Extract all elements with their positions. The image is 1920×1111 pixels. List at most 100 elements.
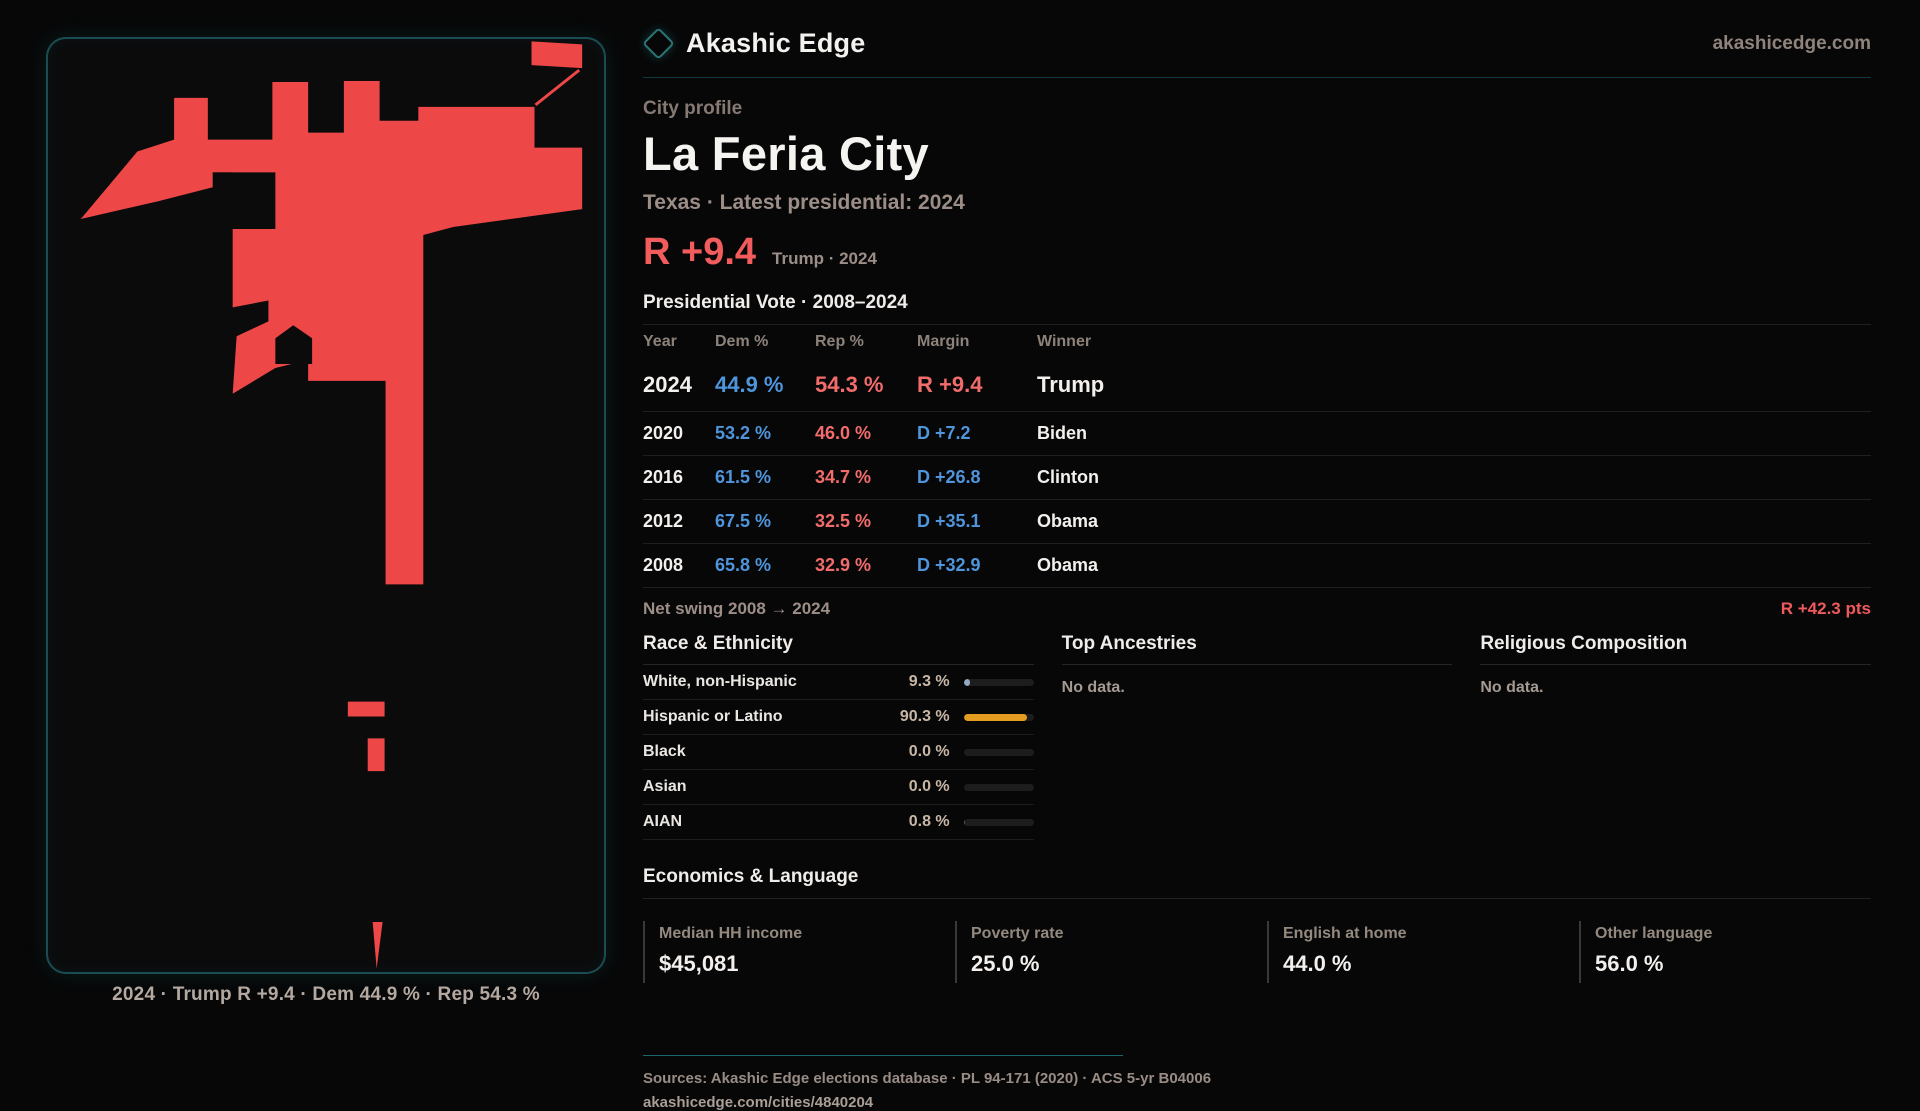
demographic-sections: Race & Ethnicity White, non-Hispanic 9.3… [643,633,1871,840]
vote-table-row: 2020 53.2 % 46.0 % D +7.2 Biden [643,412,1871,456]
cell-rep: 32.5 % [815,511,872,531]
stat-card-label: English at home [1283,925,1407,942]
ancestries-section-title: Top Ancestries [1061,633,1453,665]
vote-table: Year Dem % Rep % Margin Winner 2024 44.9… [643,324,1871,588]
race-bar-fill [963,678,971,686]
stat-card-label: Other language [1595,925,1713,942]
race-row: Asian 0.0 % [643,770,1034,805]
col-margin: Margin [917,333,970,350]
vote-table-row: 2008 65.8 % 32.9 % D +32.9 Obama [643,544,1871,588]
stat-card: Median HH income $45,081 [643,921,935,983]
cell-year: 2016 [643,467,684,487]
map-caption: 2024 · Trump R +9.4 · Dem 44.9 % · Rep 5… [112,984,540,1005]
cell-winner: Biden [1037,423,1088,443]
cell-winner: Clinton [1037,467,1099,487]
col-dem: Dem % [715,333,769,350]
brand-diamond-icon [642,27,675,60]
cell-margin: D +26.8 [917,467,981,487]
race-label: AIAN [643,813,683,830]
cell-year: 2020 [643,423,684,443]
cell-dem: 53.2 % [715,423,772,443]
vote-table-row: 2016 61.5 % 34.7 % D +26.8 Clinton [643,456,1871,500]
cell-margin: D +7.2 [917,423,971,443]
brand-site-link[interactable]: akashicedge.com [1713,33,1871,55]
religion-section: Religious Composition No data. [1480,633,1871,840]
lead-margin-value: R +9.4 [643,231,757,273]
race-section-title: Race & Ethnicity [643,633,1034,665]
vote-table-header: Year Dem % Rep % Margin Winner [643,325,1871,359]
cell-dem: 67.5 % [715,511,772,531]
city-boundary-map [80,41,583,969]
race-value: 9.3 % [908,673,950,690]
cell-dem: 61.5 % [715,467,772,487]
cell-margin: R +9.4 [917,372,983,397]
page-subtitle: Texas · Latest presidential: 2024 [643,191,965,214]
cell-rep: 32.9 % [815,555,872,575]
race-bar-track [963,783,1034,791]
net-swing-row: Net swing 2008 → 2024 R +42.3 pts [643,588,1871,619]
vote-table-row: 2012 67.5 % 32.5 % D +35.1 Obama [643,500,1871,544]
stat-card-label: Median HH income [659,925,803,942]
race-value: 0.0 % [908,778,950,795]
economics-section-title: Economics & Language [643,866,1871,899]
app-header: Akashic Edge akashicedge.com [642,27,1871,78]
stat-card-value: $45,081 [659,951,739,976]
page-footer: Sources: Akashic Edge elections database… [643,1055,1871,1111]
cell-winner: Trump [1037,372,1105,397]
race-value: 0.8 % [908,813,950,830]
col-rep: Rep % [815,333,864,350]
race-label: Black [643,743,686,760]
race-bar-fill [963,818,965,826]
vote-table-row: 2024 44.9 % 54.3 % R +9.4 Trump [643,359,1871,412]
race-bar-fill [963,713,1027,721]
race-section: Race & Ethnicity White, non-Hispanic 9.3… [643,633,1034,840]
cell-year: 2008 [643,555,684,575]
cell-rep: 54.3 % [815,372,884,397]
stat-card-value: 56.0 % [1595,951,1664,976]
cell-dem: 44.9 % [715,372,784,397]
cell-margin: D +35.1 [917,511,981,531]
lead-margin-detail: Trump · 2024 [772,249,877,268]
economics-cards: Median HH income $45,081 Poverty rate 25… [643,921,1871,983]
race-value: 0.0 % [908,743,950,760]
cell-rep: 34.7 % [815,467,872,487]
profile-content: Akashic Edge akashicedge.com City profil… [642,27,1871,1111]
cell-margin: D +32.9 [917,555,981,575]
ancestries-section: Top Ancestries No data. [1061,633,1453,840]
page-title: La Feria City [643,127,929,180]
stat-card: Poverty rate 25.0 % [955,921,1247,983]
race-bar-track [963,748,1034,756]
permalink[interactable]: akashicedge.com/cities/4840204 [643,1094,1871,1111]
race-row: White, non-Hispanic 9.3 % [643,665,1034,700]
footer-divider [643,1055,1123,1056]
race-label: Hispanic or Latino [643,708,783,725]
cell-rep: 46.0 % [815,423,872,443]
race-value: 90.3 % [899,708,950,725]
cell-winner: Obama [1037,555,1099,575]
cell-dem: 65.8 % [715,555,772,575]
col-winner: Winner [1037,333,1092,350]
ancestries-empty: No data. [1061,679,1125,696]
religion-empty: No data. [1480,679,1544,696]
race-bar-track [963,818,1034,826]
race-rows: White, non-Hispanic 9.3 % Hispanic or La… [643,665,1034,840]
race-row: Black 0.0 % [643,735,1034,770]
race-label: Asian [643,778,687,795]
net-swing-value: R +42.3 pts [1780,599,1871,618]
sources-text: Sources: Akashic Edge elections database… [643,1070,1212,1087]
stat-card-value: 25.0 % [971,951,1040,976]
page-kicker: City profile [643,98,743,119]
race-bar-track [963,713,1034,721]
stat-card-value: 44.0 % [1283,951,1352,976]
stat-card: English at home 44.0 % [1267,921,1559,983]
brand-title: Akashic Edge [686,28,866,58]
race-row: Hispanic or Latino 90.3 % [643,700,1034,735]
cell-winner: Obama [1037,511,1099,531]
race-row: AIAN 0.8 % [643,805,1034,840]
stat-card-label: Poverty rate [971,925,1064,942]
cell-year: 2012 [643,511,684,531]
net-swing-label: Net swing 2008 → 2024 [643,599,831,618]
religion-section-title: Religious Composition [1480,633,1871,665]
stat-card: Other language 56.0 % [1579,921,1871,983]
city-map-panel [46,37,606,974]
